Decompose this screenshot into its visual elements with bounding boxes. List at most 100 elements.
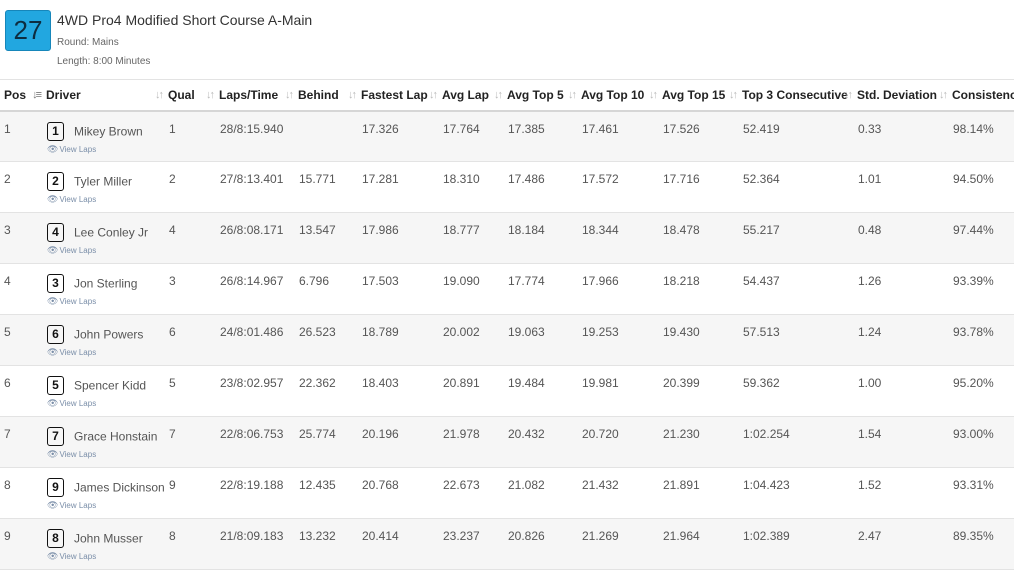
cell-pos: 6 xyxy=(4,376,11,390)
cell-top3c: 59.362 xyxy=(743,376,780,390)
col-laps-time[interactable]: Laps/Time ↓↑ xyxy=(219,79,298,112)
col-fastest-lap[interactable]: Fastest Lap ↓↑ xyxy=(361,79,442,112)
cell-top15: 20.399 xyxy=(663,376,700,390)
view-laps-link[interactable]: 👁View Laps xyxy=(47,551,167,562)
table-row: 7 7 Grace Honstain 👁View Laps 7 22/8:06.753 25… xyxy=(0,416,1014,468)
race-round: Round: Mains xyxy=(57,37,119,48)
cell-top5: 18.184 xyxy=(508,223,545,237)
driver-name: Lee Conley Jr xyxy=(74,225,149,240)
cell-pos: 1 xyxy=(4,121,11,136)
view-laps-link[interactable]: 👁View Laps xyxy=(47,194,167,205)
cell-avg: 20.002 xyxy=(443,325,480,339)
table-row: 9 8 John Musser 👁View Laps 8 21/8:09.183 13.23… xyxy=(0,518,1014,570)
cell-qual: 4 xyxy=(169,223,176,237)
driver-cell: 4 Lee Conley Jr 👁View Laps xyxy=(46,213,168,264)
cell-top10: 17.572 xyxy=(582,172,619,186)
view-laps-link[interactable]: 👁View Laps xyxy=(47,245,167,256)
view-laps-label: View Laps xyxy=(59,501,97,510)
driver-cell: 6 John Powers 👁View Laps xyxy=(46,315,168,366)
driver-cell: 9 James Dickinson 👁View Laps xyxy=(46,468,168,519)
cell-top15: 18.478 xyxy=(663,223,700,237)
driver-name: Spencer Kidd xyxy=(74,378,147,393)
cell-behind: 13.547 xyxy=(299,223,336,237)
cell-top15: 19.430 xyxy=(663,325,700,339)
cell-avg: 18.310 xyxy=(443,172,480,186)
cell-std: 0.48 xyxy=(858,223,882,237)
view-laps-label: View Laps xyxy=(59,552,97,561)
cell-qual: 3 xyxy=(169,274,176,288)
race-length: Length: 8:00 Minutes xyxy=(57,56,151,67)
cell-std: 1.01 xyxy=(858,172,882,186)
col-std-deviation[interactable]: Std. Deviation ↓↑ xyxy=(857,79,952,112)
car-number-badge: 9 xyxy=(47,478,64,497)
view-laps-link[interactable]: 👁View Laps xyxy=(47,296,167,307)
cell-fastest: 20.196 xyxy=(362,427,399,441)
driver-name: Grace Honstain xyxy=(74,429,158,444)
table-row: 4 3 Jon Sterling 👁View Laps 3 26/8:14.967 6.79… xyxy=(0,264,1014,315)
cell-laps: 23/8:02.957 xyxy=(220,376,284,390)
eye-icon: 👁 xyxy=(47,194,59,204)
cell-laps: 27/8:13.401 xyxy=(220,172,284,186)
eye-icon: 👁 xyxy=(47,551,59,561)
cell-qual: 8 xyxy=(169,529,176,543)
cell-std: 1.24 xyxy=(858,325,882,339)
col-pos[interactable]: Pos ↓≡ xyxy=(0,79,46,112)
col-driver[interactable]: Driver ↓↑ xyxy=(46,79,168,112)
cell-top15: 18.218 xyxy=(663,274,700,288)
view-laps-label: View Laps xyxy=(59,399,97,408)
view-laps-label: View Laps xyxy=(59,144,97,154)
driver-name: Mikey Brown xyxy=(74,124,143,138)
eye-icon: 👁 xyxy=(47,449,59,459)
race-title: 4WD Pro4 Modified Short Course A-Main xyxy=(57,12,313,28)
col-consistency[interactable]: Consistency xyxy=(952,79,1014,112)
col-qual[interactable]: Qual ↓↑ xyxy=(168,79,219,112)
driver-cell: 7 Grace Honstain 👁View Laps xyxy=(46,417,168,468)
table-row: 8 9 James Dickinson 👁View Laps 9 22/8:19.188 1… xyxy=(0,468,1014,519)
col-avg-top15[interactable]: Avg Top 15 ↓↑ xyxy=(662,79,742,112)
cell-pos: 3 xyxy=(4,223,11,237)
cell-behind: 25.774 xyxy=(299,427,336,441)
cell-cons: 98.14% xyxy=(953,121,994,136)
col-avg-top10[interactable]: Avg Top 10 ↓↑ xyxy=(581,79,662,112)
sort-icon: ↓↑ xyxy=(939,89,948,101)
cell-top15: 21.230 xyxy=(663,427,700,441)
cell-top15: 17.716 xyxy=(663,172,700,186)
cell-qual: 2 xyxy=(169,172,176,186)
col-top3-consecutive[interactable]: Top 3 Consecutive ↓↑ xyxy=(742,79,857,112)
cell-avg: 20.891 xyxy=(443,376,480,390)
cell-top3c: 55.217 xyxy=(743,223,780,237)
cell-top3c: 1:02.254 xyxy=(743,427,790,441)
cell-fastest: 18.789 xyxy=(362,325,399,339)
col-avg-lap[interactable]: Avg Lap ↓↑ xyxy=(442,79,507,112)
col-avg-top5[interactable]: Avg Top 5 ↓↑ xyxy=(507,79,581,112)
view-laps-label: View Laps xyxy=(59,195,97,204)
view-laps-link[interactable]: 👁View Laps xyxy=(47,347,167,358)
cell-cons: 93.00% xyxy=(953,427,994,441)
view-laps-link[interactable]: 👁View Laps xyxy=(47,500,167,511)
cell-pos: 5 xyxy=(4,325,11,339)
view-laps-link[interactable]: 👁View Laps xyxy=(47,449,167,460)
car-number-badge: 6 xyxy=(47,325,64,344)
cell-avg: 23.237 xyxy=(443,529,480,543)
table-row: 6 5 Spencer Kidd 👁View Laps 5 23/8:02.957 22.3… xyxy=(0,366,1014,417)
cell-top3c: 57.513 xyxy=(743,325,780,339)
driver-name: James Dickinson xyxy=(74,480,165,495)
car-number-badge: 1 xyxy=(47,121,64,141)
cell-qual: 6 xyxy=(169,325,176,339)
cell-pos: 7 xyxy=(4,427,11,441)
car-number-badge: 5 xyxy=(47,376,64,395)
col-behind[interactable]: Behind ↓↑ xyxy=(298,79,361,112)
cell-behind: 26.523 xyxy=(299,325,336,339)
view-laps-link[interactable]: 👁View Laps xyxy=(47,144,167,155)
cell-std: 1.52 xyxy=(858,478,882,492)
view-laps-link[interactable]: 👁View Laps xyxy=(47,398,167,409)
cell-qual: 9 xyxy=(169,478,176,492)
table-row: 2 2 Tyler Miller 👁View Laps 2 27/8:13.401 15.7… xyxy=(0,162,1014,213)
sort-icon: ↓↑ xyxy=(206,89,215,101)
cell-pos: 4 xyxy=(4,274,11,288)
eye-icon: 👁 xyxy=(47,347,59,357)
cell-top15: 21.964 xyxy=(663,529,700,543)
sort-asc-icon: ↓≡ xyxy=(32,89,42,101)
cell-std: 0.33 xyxy=(858,121,882,136)
cell-top10: 20.720 xyxy=(582,427,619,441)
